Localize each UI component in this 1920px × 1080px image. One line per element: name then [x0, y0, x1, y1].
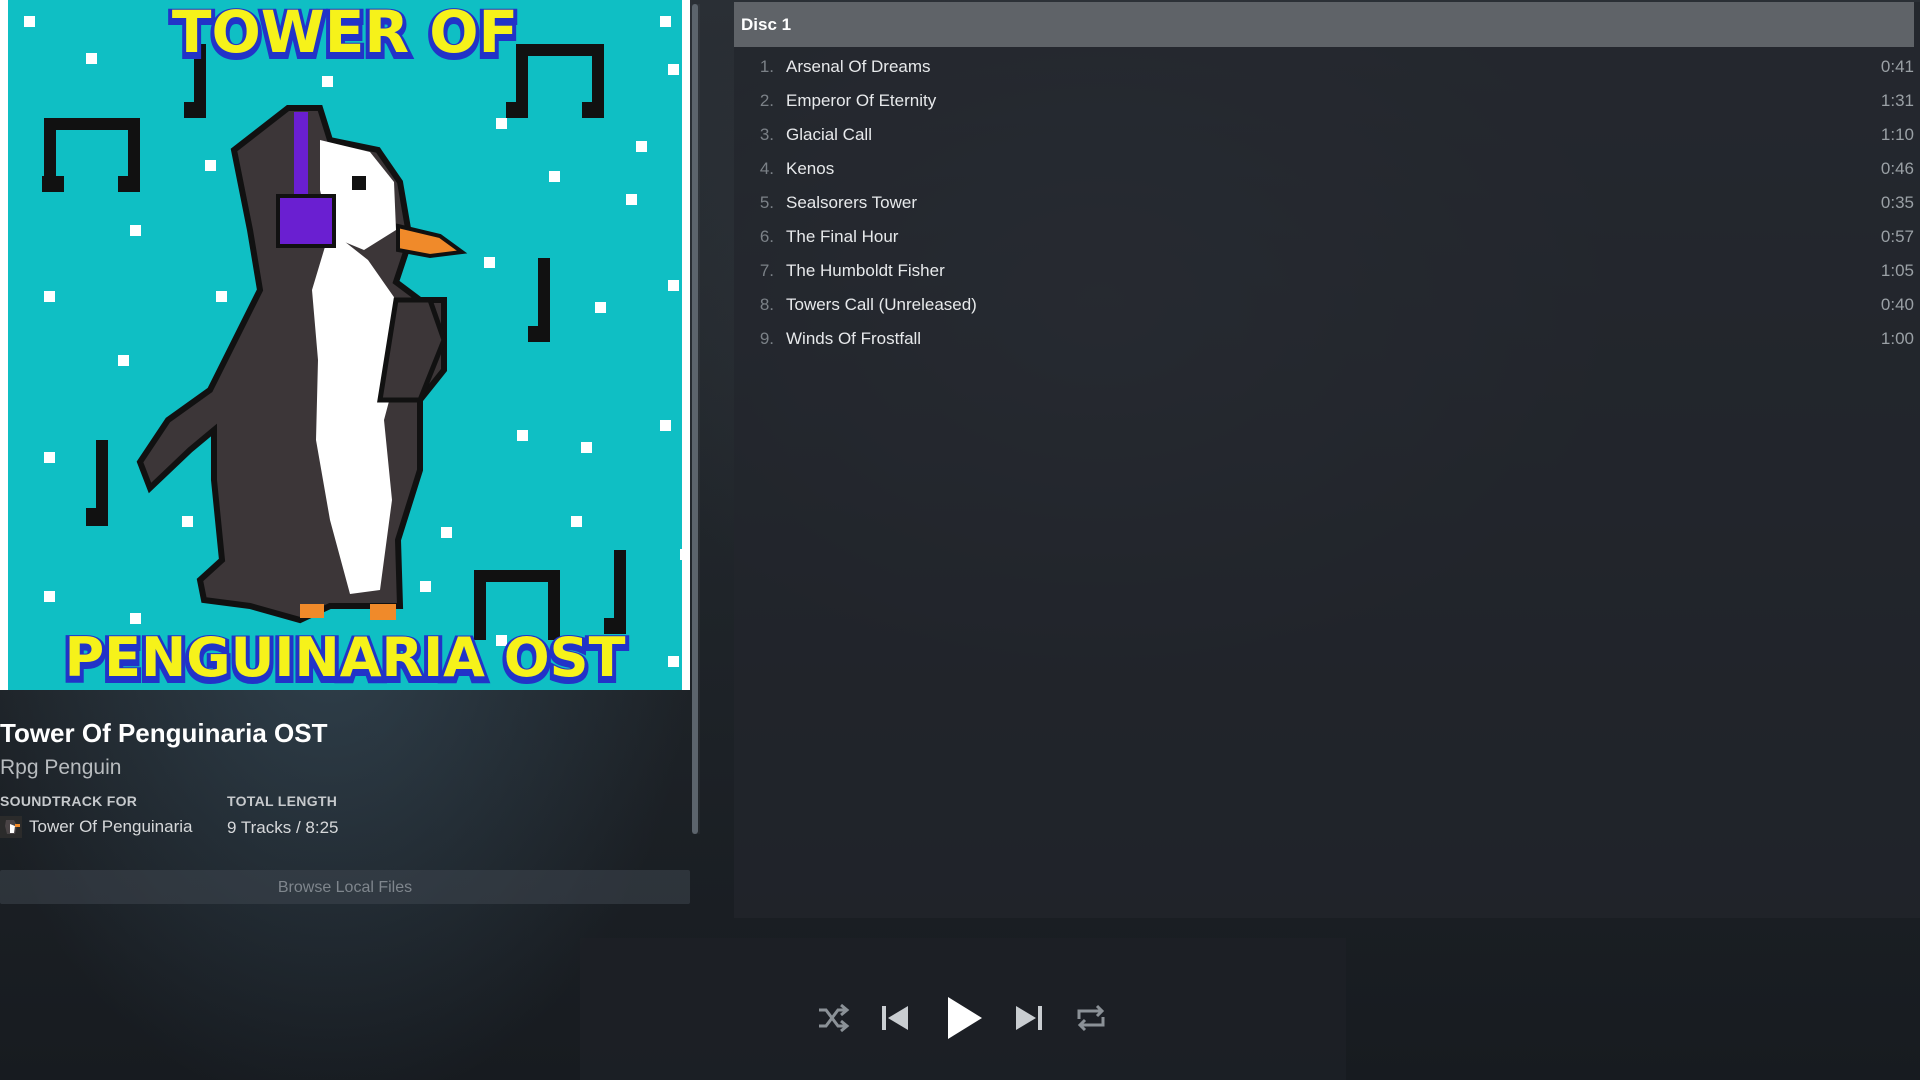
track-duration: 0:40 [1880, 295, 1914, 314]
track-duration: 0:46 [1880, 159, 1914, 178]
album-art: TOWER OF TOWER OF PENGUINARIA OST PENGUI… [0, 0, 690, 690]
track-duration: 1:31 [1880, 91, 1914, 110]
track-duration: 0:35 [1880, 193, 1914, 212]
track-number: 1. [759, 57, 774, 76]
browse-local-files-button[interactable]: Browse Local Files [0, 870, 690, 904]
track-number: 5. [759, 193, 774, 212]
game-name: Tower Of Penguinaria [29, 817, 193, 836]
track-number: 6. [759, 227, 774, 246]
track-title: Winds Of Frostfall [786, 329, 922, 348]
track-title: Arsenal Of Dreams [786, 57, 931, 76]
track-row[interactable]: 4. Kenos 0:46 [734, 152, 1914, 186]
track-title: The Humboldt Fisher [786, 261, 945, 280]
repeat-icon[interactable] [1074, 1001, 1108, 1035]
track-duration: 0:41 [1880, 57, 1914, 76]
disc-header: Disc 1 [734, 2, 1914, 47]
track-row[interactable]: 1. Arsenal Of Dreams 0:41 [734, 50, 1914, 84]
scrollbar-thumb[interactable] [692, 4, 698, 834]
track-duration: 1:05 [1880, 261, 1914, 280]
game-icon [0, 816, 22, 838]
track-row[interactable]: 9. Winds Of Frostfall 1:00 [734, 322, 1914, 356]
album-artist[interactable]: Rpg Penguin [0, 756, 121, 780]
track-number: 2. [759, 91, 774, 110]
track-title: Sealsorers Tower [786, 193, 918, 212]
track-row[interactable]: 8. Towers Call (Unreleased) 0:40 [734, 288, 1914, 322]
track-title: Emperor Of Eternity [786, 91, 937, 110]
album-title: Tower Of Penguinaria OST [0, 718, 328, 748]
art-title-top: TOWER OF [172, 0, 518, 66]
track-title: Kenos [786, 159, 835, 178]
track-row[interactable]: 7. The Humboldt Fisher 1:05 [734, 254, 1914, 288]
track-row[interactable]: 3. Glacial Call 1:10 [734, 118, 1914, 152]
track-title: Glacial Call [786, 125, 872, 144]
play-icon[interactable] [942, 995, 986, 1041]
track-duration: 1:00 [1880, 329, 1914, 348]
total-length-label: TOTAL LENGTH [227, 793, 338, 809]
track-row[interactable]: 5. Sealsorers Tower 0:35 [734, 186, 1914, 220]
track-duration: 0:57 [1880, 227, 1914, 246]
previous-icon[interactable] [878, 1001, 912, 1035]
track-list: 1. Arsenal Of Dreams 0:41 2. Emperor Of … [734, 50, 1914, 356]
shuffle-icon[interactable] [816, 1001, 850, 1035]
track-number: 8. [759, 295, 774, 314]
player-controls [580, 938, 1346, 1080]
track-title: Towers Call (Unreleased) [786, 295, 977, 314]
next-icon[interactable] [1012, 1001, 1046, 1035]
soundtrack-page: TOWER OF TOWER OF PENGUINARIA OST PENGUI… [0, 0, 1920, 1080]
left-panel-scrollbar[interactable] [692, 4, 700, 834]
track-duration: 1:10 [1880, 125, 1914, 144]
total-length-value: 9 Tracks / 8:25 [227, 818, 339, 837]
track-number: 7. [759, 261, 774, 280]
game-link[interactable]: Tower Of Penguinaria [0, 816, 192, 838]
art-title-bottom: PENGUINARIA OST [65, 626, 626, 689]
track-row[interactable]: 6. The Final Hour 0:57 [734, 220, 1914, 254]
tracklist-panel: Disc 1 1. Arsenal Of Dreams 0:41 2. Empe… [734, 2, 1920, 918]
track-title: The Final Hour [786, 227, 899, 246]
track-number: 4. [759, 159, 774, 178]
track-row[interactable]: 2. Emperor Of Eternity 1:31 [734, 84, 1914, 118]
soundtrack-for-label: SOUNDTRACK FOR [0, 793, 138, 809]
track-number: 3. [759, 125, 774, 144]
track-number: 9. [759, 329, 774, 348]
